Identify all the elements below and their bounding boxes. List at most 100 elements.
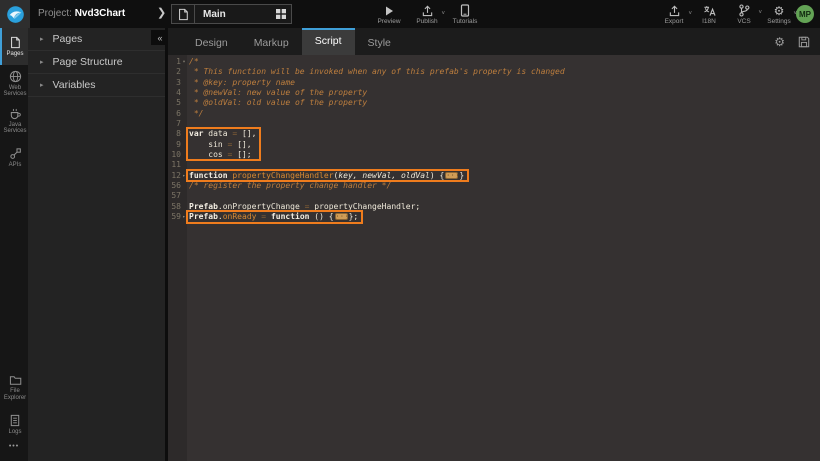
code-line-content: * @newVal: new value of the property [187, 88, 367, 98]
collapse-panel-button[interactable]: « [151, 30, 169, 45]
rail-item-pages[interactable]: Pages [0, 28, 28, 65]
code-token: function [189, 171, 228, 180]
tab-design[interactable]: Design [182, 28, 241, 55]
chevron-down-icon: ˅ [758, 10, 762, 16]
settings-button[interactable]: ⚙ Settings ˅ [766, 4, 792, 25]
code-line[interactable]: 11 [168, 160, 820, 170]
code-line[interactable]: 6 */ [168, 109, 820, 119]
vcs-button[interactable]: VCS ˅ [731, 3, 757, 25]
code-token: }; [349, 212, 359, 221]
project-label: Project: [38, 8, 72, 19]
publish-button[interactable]: Publish ˅ [414, 4, 440, 25]
grid-icon[interactable] [271, 9, 291, 19]
code-line[interactable]: 58 Prefab.onPropertyChange = propertyChan… [168, 202, 820, 212]
code-token: onReady [223, 212, 257, 221]
page-selector[interactable]: Main [171, 4, 292, 24]
code-line[interactable]: 59▸Prefab.onReady = function () {···}; [168, 212, 820, 222]
topbar: Project: Nvd3Chart ❯ Main [0, 0, 820, 28]
panel-section-pages[interactable]: ▸ Pages [28, 28, 165, 51]
code-token: cos [189, 150, 228, 159]
code-line[interactable]: 9 sin = [], [168, 140, 820, 150]
tab-script[interactable]: Script [302, 28, 355, 55]
code-line-content: */ [187, 109, 203, 119]
code-line[interactable]: 3 * @key: property name [168, 78, 820, 88]
code-line[interactable]: 10 cos = []; [168, 150, 820, 160]
code-token: /* register the property change handler … [189, 181, 391, 190]
code-line-content: cos = []; [187, 150, 252, 160]
editor: Design Markup Script Style ⚙ 1▾/*2 * Thi… [168, 28, 820, 461]
code-line-content: Prefab.onPropertyChange = propertyChange… [187, 202, 420, 212]
code-token: * This function will be invoked when any… [189, 67, 565, 76]
code-token: * @newVal: new value of the property [189, 88, 367, 97]
rail-item-logs[interactable]: Logs [0, 406, 28, 443]
project-name: Nvd3Chart [75, 8, 126, 19]
wavemaker-logo[interactable] [0, 0, 30, 28]
line-number: 1 [168, 57, 181, 67]
code-line[interactable]: 2 * This function will be invoked when a… [168, 67, 820, 77]
code-token: data [203, 129, 232, 138]
coffee-icon [9, 107, 22, 120]
page-icon [172, 5, 195, 23]
globe-icon [9, 70, 22, 83]
line-number: 3 [168, 78, 181, 88]
code-line-content: * @oldVal: old value of the property [187, 98, 367, 108]
chevron-right-icon: ▸ [40, 58, 44, 66]
code-token: propertyChangeHandler [232, 171, 333, 180]
panel-section-page-structure[interactable]: ▸ Page Structure [28, 51, 165, 74]
folded-code-widget[interactable]: ··· [445, 172, 458, 179]
line-number: 5 [168, 98, 181, 108]
chevron-down-icon: ˅ [688, 11, 692, 17]
tutorials-button[interactable]: Tutorials [452, 3, 478, 25]
code-token: ) { [430, 171, 444, 180]
code-token: [], [232, 140, 251, 149]
code-line[interactable]: 7 [168, 119, 820, 129]
line-number: 10 [168, 150, 181, 160]
code-token: } [459, 171, 464, 180]
i18n-button[interactable]: I18N [696, 4, 722, 25]
rail-item-web-services[interactable]: Web Services [0, 65, 28, 102]
rail-item-apis[interactable]: APIs [0, 139, 28, 176]
code-line-content: var data = [], [187, 129, 256, 139]
export-icon [668, 5, 681, 17]
code-token: */ [189, 109, 203, 118]
export-button[interactable]: Export ˅ [661, 4, 687, 25]
editor-settings-gear-icon[interactable]: ⚙ [774, 36, 785, 48]
rail-item-java-services[interactable]: Java Services [0, 102, 28, 139]
page-icon [9, 36, 21, 49]
line-number: 9 [168, 140, 181, 150]
explorer-panel: « ▸ Pages ▸ Page Structure ▸ Variables [28, 28, 165, 461]
code-line[interactable]: 56 /* register the property change handle… [168, 181, 820, 191]
code-line-content: function propertyChangeHandler(key, newV… [187, 171, 464, 181]
code-line-content: * @key: property name [187, 78, 295, 88]
user-avatar[interactable]: MP [796, 5, 814, 23]
code-line[interactable]: 4 * @newVal: new value of the property [168, 88, 820, 98]
code-line[interactable]: 5 * @oldVal: old value of the property [168, 98, 820, 108]
line-number: 58 [168, 202, 181, 212]
code-line[interactable]: 8var data = [], [168, 129, 820, 139]
code-token: /* [189, 57, 199, 66]
rail-item-file-explorer[interactable]: File Explorer [0, 369, 28, 406]
code-line[interactable]: 57 [168, 191, 820, 201]
publish-icon [421, 5, 434, 17]
code-editor[interactable]: 1▾/*2 * This function will be invoked wh… [168, 55, 820, 461]
line-number: 7 [168, 119, 181, 129]
preview-button[interactable]: Preview [376, 4, 402, 25]
code-line-content: /* [187, 57, 199, 67]
folded-code-widget[interactable]: ··· [335, 213, 348, 220]
rail-more-button[interactable]: ••• [0, 443, 28, 459]
line-number: 4 [168, 88, 181, 98]
tab-markup[interactable]: Markup [241, 28, 302, 55]
save-icon[interactable] [798, 36, 810, 48]
project-title: Project: Nvd3Chart [38, 0, 125, 28]
code-token: * @oldVal: old value of the property [189, 98, 367, 107]
panel-section-variables[interactable]: ▸ Variables [28, 74, 165, 97]
phone-icon [459, 4, 471, 17]
rail-bottom: File Explorer Logs ••• [0, 369, 28, 459]
code-line[interactable]: 1▾/* [168, 57, 820, 67]
code-line[interactable]: 12▸function propertyChangeHandler(key, n… [168, 171, 820, 181]
code-token: [], [237, 129, 256, 138]
editor-tabbar: Design Markup Script Style ⚙ [168, 28, 820, 55]
line-number: 56 [168, 181, 181, 191]
tab-style[interactable]: Style [355, 28, 404, 55]
code-token: () { [309, 212, 333, 221]
